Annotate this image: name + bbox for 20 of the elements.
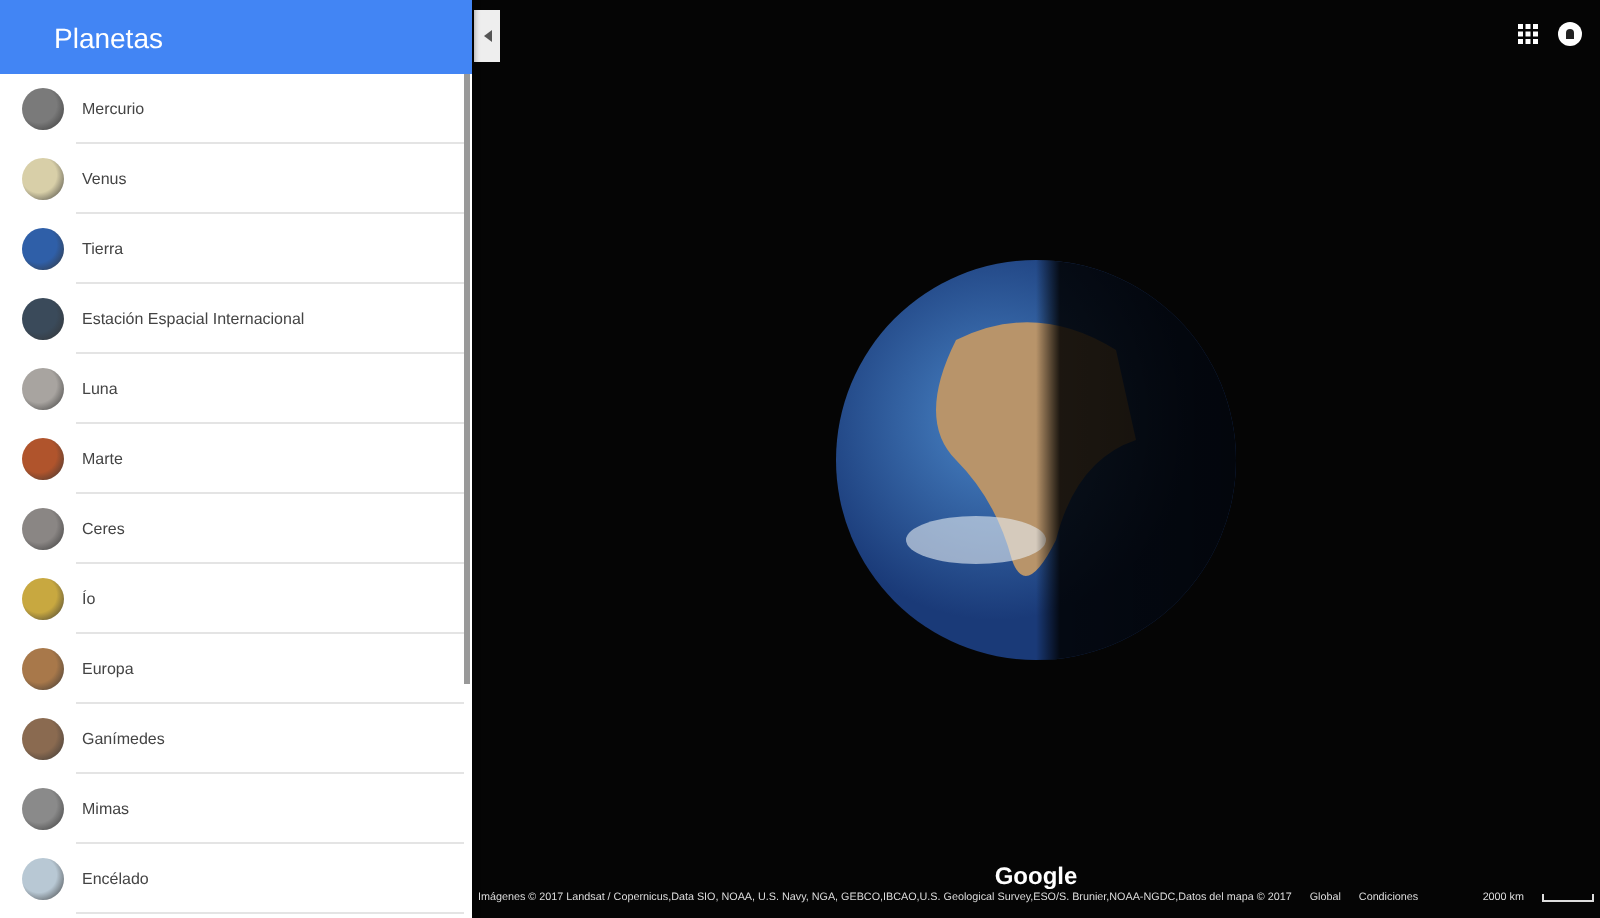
planet-list-item[interactable]: Mimas [76, 774, 464, 844]
scale-bar-icon [1542, 894, 1594, 902]
planet-list-item[interactable]: Marte [76, 424, 464, 494]
planet-list-item[interactable]: Ganímedes [76, 704, 464, 774]
planet-list-item[interactable]: Venus [76, 144, 464, 214]
planet-list-item[interactable]: Ceres [76, 494, 464, 564]
planet-list-item[interactable]: Encélado [76, 844, 464, 914]
caret-icon [483, 30, 491, 42]
google-logo: Google [994, 864, 1078, 888]
planet-list-item[interactable]: Tierra [76, 214, 464, 284]
scrollbar[interactable] [464, 74, 470, 684]
collapse-button[interactable] [474, 10, 500, 62]
apps-grid-icon[interactable] [1518, 24, 1538, 44]
planet-list-item[interactable]: Estación Espacial Internacional [76, 284, 464, 354]
planet-list-item[interactable]: Luna [76, 354, 464, 424]
account-icon[interactable] [1558, 22, 1582, 46]
planet-list-item[interactable]: Ío [76, 564, 464, 634]
sidebar-title: Planetas [54, 21, 163, 53]
planet-list-item[interactable]: Mercurio [76, 74, 464, 144]
planet-list-item[interactable]: Europa [76, 634, 464, 704]
